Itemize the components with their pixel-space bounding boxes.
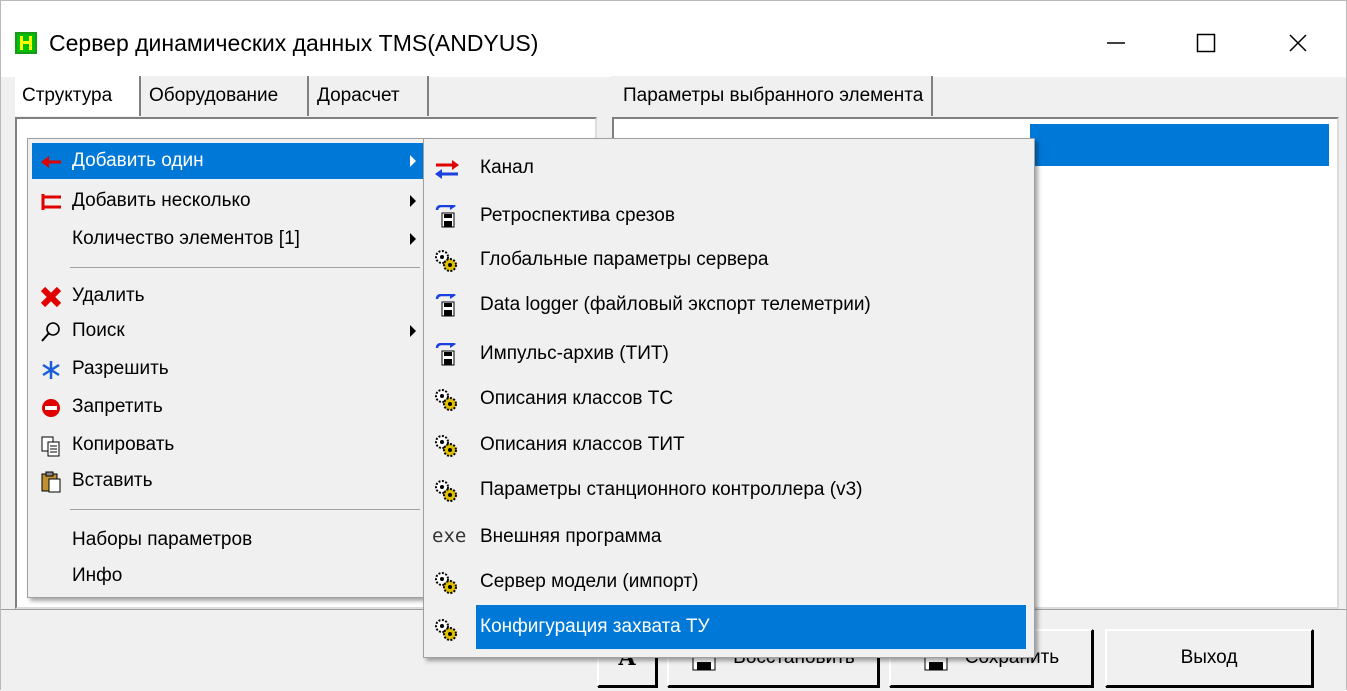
close-button[interactable] <box>1276 23 1320 63</box>
submenu-item-station-controller[interactable]: Параметры станционного контроллера (v3) <box>428 470 1026 509</box>
menu-item-delete[interactable]: Удалить <box>32 278 424 314</box>
menu-item-info[interactable]: Инфо <box>32 558 424 594</box>
copy-icon <box>40 434 62 457</box>
delete-x-icon <box>40 285 62 308</box>
menu-item-count[interactable]: Количество элементов [1] <box>32 221 424 257</box>
disk-save-icon <box>434 202 458 228</box>
submenu-item-ts-classes[interactable]: Описания классов ТС <box>428 379 1026 418</box>
submenu-add-one: Канал Ретроспектива срезов Глобальные па… <box>423 138 1035 658</box>
arrow-left-red-icon <box>40 150 62 172</box>
gears-icon <box>434 433 458 457</box>
tab-equipment[interactable]: Оборудование <box>143 76 309 116</box>
exe-icon: exe <box>432 525 467 547</box>
menu-item-param-sets[interactable]: Наборы параметров <box>32 522 424 558</box>
disk-save-icon <box>434 340 458 366</box>
submenu-item-data-logger[interactable]: Data logger (файловый экспорт телеметрии… <box>428 285 1026 324</box>
submenu-item-global-params[interactable]: Глобальные параметры сервера <box>428 240 1026 279</box>
exit-label: Выход <box>1180 647 1238 668</box>
menu-item-enable[interactable]: Разрешить <box>32 351 424 387</box>
title-bar: Сервер динамических данных TMS(ANDYUS) <box>1 1 1346 77</box>
menu-item-paste[interactable]: Вставить <box>32 463 424 499</box>
menu-separator <box>70 509 420 510</box>
app-icon <box>15 32 37 54</box>
maximize-icon <box>1196 33 1216 53</box>
params-selected-row[interactable] <box>1030 124 1329 166</box>
menu-item-disable[interactable]: Запретить <box>32 389 424 425</box>
tab-calculation[interactable]: Дорасчет <box>311 76 429 116</box>
magnifier-icon <box>40 320 62 342</box>
gears-icon <box>434 478 458 502</box>
maximize-button[interactable] <box>1184 23 1228 63</box>
menu-item-add-several[interactable]: Добавить несколько <box>32 183 424 219</box>
exit-button[interactable]: Выход <box>1105 629 1313 687</box>
channel-arrows-icon <box>434 156 459 180</box>
gears-icon <box>434 570 458 594</box>
menu-item-search[interactable]: Поиск <box>32 313 424 349</box>
tab-structure[interactable]: Структура <box>15 76 141 116</box>
disk-save-icon <box>434 291 458 317</box>
submenu-item-model-server[interactable]: Сервер модели (импорт) <box>428 562 1026 601</box>
gears-icon <box>434 615 458 641</box>
submenu-item-impulse-archive[interactable]: Импульс-архив (ТИТ) <box>428 334 1026 373</box>
close-icon <box>1289 34 1307 52</box>
submenu-item-tit-classes[interactable]: Описания классов ТИТ <box>428 425 1026 464</box>
gears-icon <box>434 387 458 411</box>
no-entry-icon <box>40 396 62 418</box>
gears-icon <box>434 248 458 272</box>
context-menu: Добавить один Добавить несколько Количес… <box>27 138 429 598</box>
submenu-arrow-icon <box>410 325 416 337</box>
submenu-item-external-program[interactable]: exe Внешняя программа <box>428 517 1026 556</box>
submenu-item-retro[interactable]: Ретроспектива срезов <box>428 196 1026 235</box>
asterisk-icon <box>40 358 62 380</box>
double-arrow-red-icon <box>40 190 62 212</box>
paste-icon <box>40 470 62 493</box>
menu-item-add-one[interactable]: Добавить один <box>32 143 424 179</box>
main-window: Сервер динамических данных TMS(ANDYUS) С… <box>0 0 1347 691</box>
minimize-button[interactable] <box>1094 23 1138 63</box>
submenu-arrow-icon <box>410 233 416 245</box>
tab-selected-params[interactable]: Параметры выбранного элемента <box>611 76 934 116</box>
menu-separator <box>70 267 420 268</box>
submenu-item-tu-capture-config[interactable]: Конфигурация захвата ТУ <box>428 605 1026 649</box>
submenu-item-channel[interactable]: Канал <box>428 148 1026 187</box>
submenu-arrow-icon <box>410 195 416 207</box>
window-title: Сервер динамических данных TMS(ANDYUS) <box>49 30 539 56</box>
submenu-arrow-icon <box>410 155 416 167</box>
menu-item-copy[interactable]: Копировать <box>32 427 424 463</box>
minimize-icon <box>1107 42 1125 44</box>
